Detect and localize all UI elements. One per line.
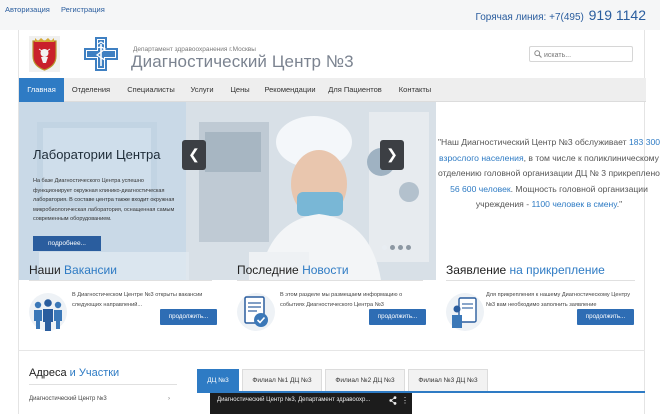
quote-highlight-capacity: 1100 человек в смену xyxy=(531,199,617,210)
news-title-part: Последние xyxy=(237,263,303,277)
news-continue-button[interactable]: продолжить... xyxy=(369,309,426,325)
tab-branch-1[interactable]: Филиал №1 ДЦ №3 xyxy=(242,369,322,391)
slider-next-button[interactable]: ❯ xyxy=(380,140,404,170)
video-player[interactable]: Диагностический Центр №3, Департамент зд… xyxy=(210,393,412,414)
nav-item-home[interactable]: Главная xyxy=(19,78,64,102)
vacancies-text: В Диагностическом Центре №3 открыты вака… xyxy=(72,292,203,308)
slider-dot[interactable] xyxy=(382,245,387,250)
auth-links: Авторизация Регистрация xyxy=(5,5,114,14)
moscow-emblem-icon[interactable] xyxy=(29,36,60,72)
slider-dot[interactable] xyxy=(406,245,411,250)
person-document-icon xyxy=(446,293,484,331)
nav-item-specialists[interactable]: Специалисты xyxy=(118,78,184,102)
nav-item-prices[interactable]: Цены xyxy=(220,78,260,102)
document-check-icon xyxy=(237,293,275,331)
medical-cross-logo-icon[interactable] xyxy=(83,36,119,72)
quote-text: "Наш Диагностический Центр №3 обслуживае… xyxy=(437,137,629,147)
application-title-part: Заявление xyxy=(446,263,510,277)
register-link[interactable]: Регистрация xyxy=(61,5,105,14)
news-text: В этом разделе мы размещаем информацию о… xyxy=(280,292,403,308)
vacancies-continue-button[interactable]: продолжить... xyxy=(160,309,217,325)
slider-dot[interactable] xyxy=(390,245,395,250)
tab-branch-2[interactable]: Филиал №2 ДЦ №3 xyxy=(325,369,405,391)
divider xyxy=(29,384,177,385)
main-nav: Главная Отделения Специалисты Услуги Цен… xyxy=(19,78,646,102)
divider xyxy=(446,280,635,281)
chevron-right-icon: › xyxy=(168,396,170,402)
nav-item-recommendations[interactable]: Рекомендации xyxy=(260,78,320,102)
news-title: Последние Новости xyxy=(237,263,349,277)
slider-dot[interactable] xyxy=(398,245,403,250)
site-title[interactable]: Диагностический Центр №3 xyxy=(131,52,354,72)
divider xyxy=(237,280,423,281)
people-icon xyxy=(29,293,67,331)
addresses-title-accent: и Участки xyxy=(69,367,120,379)
page-panel: Департамент здравоохранения г.Москвы Диа… xyxy=(18,30,660,414)
more-button[interactable]: подробнее... xyxy=(33,236,101,251)
population-quote: "Наш Диагностический Центр №3 обслуживае… xyxy=(435,135,660,280)
hotline-code: +7(495) xyxy=(549,12,584,23)
more-menu-icon[interactable]: ⋮ xyxy=(401,396,409,405)
news-title-accent[interactable]: Новости xyxy=(302,263,348,277)
slide-caption: Лаборатории Центра На базе Диагностическ… xyxy=(19,102,186,280)
slider-dots xyxy=(382,237,414,250)
slide-title: Лаборатории Центра xyxy=(33,147,161,162)
application-title-accent[interactable]: на прикрепление xyxy=(510,263,605,277)
vacancies-title-part: Наши xyxy=(29,263,65,277)
nav-item-departments[interactable]: Отделения xyxy=(64,78,118,102)
section-divider xyxy=(18,350,645,351)
addresses-title: Адреса и Участки xyxy=(29,367,119,379)
slide-text: На базе Диагностического Центра успешно … xyxy=(33,178,175,222)
login-link[interactable]: Авторизация xyxy=(5,5,50,14)
nav-item-services[interactable]: Услуги xyxy=(184,78,220,102)
application-text: Для прикрепления к нашему Диагностическо… xyxy=(486,292,631,308)
hotline-number: 919 1142 xyxy=(588,7,646,23)
tab-branch-3[interactable]: Филиал №3 ДЦ №3 xyxy=(408,369,488,391)
site-header: Департамент здравоохранения г.Москвы Диа… xyxy=(19,30,646,78)
share-icon[interactable] xyxy=(389,396,397,405)
quote-text: ." xyxy=(616,199,623,210)
search-input[interactable] xyxy=(529,46,633,62)
top-bar: Авторизация Регистрация Горячая линия: +… xyxy=(0,0,660,30)
nav-item-contacts[interactable]: Контакты xyxy=(390,78,440,102)
vacancies-title-accent[interactable]: Вакансии xyxy=(64,263,117,277)
nav-item-patients[interactable]: Для Пациентов xyxy=(320,78,390,102)
divider xyxy=(29,280,212,281)
hotline: Горячая линия: +7(495) 919 1142 xyxy=(475,7,646,23)
vacancies-title: Наши Вакансии xyxy=(29,263,117,277)
application-continue-button[interactable]: продолжить... xyxy=(577,309,634,325)
slider-prev-button[interactable]: ❮ xyxy=(182,140,206,170)
video-title[interactable]: Диагностический Центр №3, Департамент зд… xyxy=(217,397,370,403)
hotline-label: Горячая линия: xyxy=(475,12,547,23)
addresses-title-part: Адреса xyxy=(29,367,70,379)
image-slider: Лаборатории Центра На базе Диагностическ… xyxy=(19,102,436,280)
search-icon xyxy=(534,50,542,58)
application-title: Заявление на прикрепление xyxy=(446,263,605,277)
tab-dc3[interactable]: ДЦ №3 xyxy=(197,369,239,391)
quote-highlight-attached: 56 600 человек xyxy=(450,183,511,194)
address-item[interactable]: Диагностический Центр №3 xyxy=(29,396,107,402)
